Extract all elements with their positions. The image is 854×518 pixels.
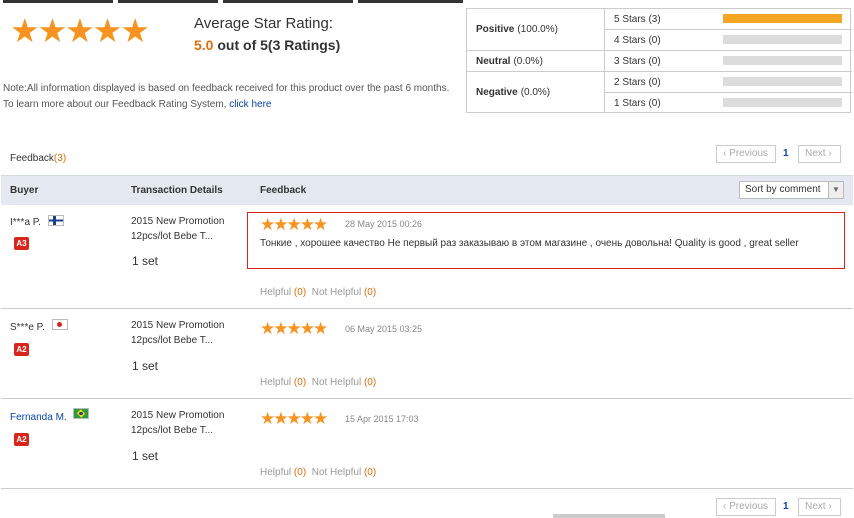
current-page-number[interactable]: 1 bbox=[783, 501, 789, 512]
top-tab-strip bbox=[223, 0, 353, 3]
finland-flag-icon bbox=[48, 215, 64, 226]
note-line-1: Note:All information displayed is based … bbox=[3, 83, 450, 94]
buyer-name: S***e P. bbox=[10, 322, 45, 333]
positive-cell: Positive (100.0%) bbox=[467, 9, 605, 51]
quantity: 1 set bbox=[132, 254, 159, 268]
average-rating-title: Average Star Rating: bbox=[194, 15, 333, 32]
star-breakdown-label: 4 Stars (0) bbox=[614, 35, 661, 46]
transaction-details: 2015 New Promotion 12pcs/lot Bebe T... bbox=[131, 216, 225, 244]
helpful-votes: Helpful (0) Not Helpful (0) bbox=[260, 287, 377, 298]
previous-page-button[interactable]: ‹ Previous bbox=[716, 498, 776, 516]
star-breakdown-row: 5 Stars (3) bbox=[605, 9, 852, 30]
helpful-link[interactable]: Helpful bbox=[260, 287, 291, 298]
brazil-flag-icon bbox=[73, 408, 89, 419]
star-breakdown-row: 3 Stars (0) bbox=[605, 51, 852, 72]
star-breakdown-row: 1 Stars (0) bbox=[605, 93, 852, 114]
negative-cell: Negative (0.0%) bbox=[467, 72, 605, 112]
star-breakdown-row: 2 Stars (0) bbox=[605, 72, 852, 93]
buyer-column-header: Buyer bbox=[10, 185, 39, 196]
feedback-count: Feedback(3) bbox=[10, 153, 67, 164]
buyer-level-badge: A2 bbox=[14, 343, 29, 356]
current-page-number[interactable]: 1 bbox=[783, 148, 789, 159]
star-breakdown-label: 2 Stars (0) bbox=[614, 77, 661, 88]
helpful-votes: Helpful (0) Not Helpful (0) bbox=[260, 467, 377, 478]
feedback-column-header: Feedback bbox=[260, 185, 307, 196]
average-rating-stars: ★★★★★ bbox=[10, 12, 150, 49]
top-tab-strip bbox=[3, 0, 113, 3]
transaction-column-header: Transaction Details bbox=[131, 185, 223, 196]
buyer-level-badge: A2 bbox=[14, 433, 29, 446]
neutral-cell: Neutral (0.0%) bbox=[467, 51, 605, 72]
not-helpful-link[interactable]: Not Helpful bbox=[312, 377, 361, 388]
star-breakdown-row: 4 Stars (0) bbox=[605, 30, 852, 51]
star-breakdown-label: 5 Stars (3) bbox=[614, 14, 661, 25]
feedback-stars: ★★★★★ bbox=[260, 409, 328, 428]
average-rating-score: 5.0 out of 5(3 Ratings) bbox=[194, 37, 340, 53]
star-breakdown-bar bbox=[723, 14, 842, 23]
not-helpful-link[interactable]: Not Helpful bbox=[312, 467, 361, 478]
row-divider bbox=[1, 308, 853, 309]
feedback-stars: ★★★★★ bbox=[260, 215, 328, 234]
star-breakdown-bar bbox=[723, 56, 842, 65]
star-breakdown-bar bbox=[723, 35, 842, 44]
star-breakdown-label: 1 Stars (0) bbox=[614, 98, 661, 109]
next-page-button[interactable]: Next › bbox=[798, 145, 841, 163]
helpful-link[interactable]: Helpful bbox=[260, 467, 291, 478]
next-page-button[interactable]: Next › bbox=[798, 498, 841, 516]
feedback-date: 15 Apr 2015 17:03 bbox=[345, 414, 419, 424]
product-link[interactable]: 12pcs/lot Bebe T... bbox=[131, 423, 224, 438]
row-divider bbox=[1, 398, 853, 399]
chevron-down-icon[interactable]: ▼ bbox=[828, 182, 843, 198]
star-breakdown-label: 3 Stars (0) bbox=[614, 56, 661, 67]
buyer-name-link[interactable]: Fernanda M. bbox=[10, 412, 67, 423]
helpful-votes: Helpful (0) Not Helpful (0) bbox=[260, 377, 377, 388]
star-breakdown-bar bbox=[723, 77, 842, 86]
product-link[interactable]: 12pcs/lot Bebe T... bbox=[131, 229, 224, 244]
feedback-table-header: Buyer Transaction Details Feedback Sort … bbox=[1, 175, 853, 205]
feedback-comment: Тонкие , хорошее качество Не первый раз … bbox=[260, 238, 799, 249]
quantity: 1 set bbox=[132, 449, 159, 463]
star-breakdown-bar bbox=[723, 98, 842, 107]
previous-page-button[interactable]: ‹ Previous bbox=[716, 145, 776, 163]
not-helpful-link[interactable]: Not Helpful bbox=[312, 287, 361, 298]
transaction-details: 2015 New Promotion 12pcs/lot Bebe T... bbox=[131, 410, 225, 438]
average-score-suffix: out of 5(3 Ratings) bbox=[213, 37, 341, 53]
average-score-value: 5.0 bbox=[194, 37, 214, 53]
horizontal-scrollbar[interactable] bbox=[553, 514, 665, 518]
helpful-link[interactable]: Helpful bbox=[260, 377, 291, 388]
star-breakdown-fill bbox=[723, 14, 842, 23]
feedback-stars: ★★★★★ bbox=[260, 319, 328, 338]
rating-breakdown-table: Positive (100.0%) Neutral (0.0%) Negative(… bbox=[466, 8, 852, 114]
buyer-name: I***a P. bbox=[10, 217, 41, 228]
rating-note: Note:All information displayed is based … bbox=[3, 81, 449, 113]
transaction-details: 2015 New Promotion 12pcs/lot Bebe T... bbox=[131, 320, 225, 348]
feedback-date: 06 May 2015 03:25 bbox=[345, 324, 423, 334]
note-line-2: To learn more about our Feedback Rating … bbox=[3, 99, 272, 110]
sort-select[interactable]: Sort by comment ▼ bbox=[739, 181, 844, 199]
buyer-level-badge: A3 bbox=[14, 237, 29, 250]
top-tab-strip bbox=[358, 0, 463, 3]
japan-flag-icon bbox=[52, 319, 68, 330]
top-tab-strip bbox=[118, 0, 218, 3]
product-link[interactable]: 12pcs/lot Bebe T... bbox=[131, 333, 224, 348]
feedback-date: 28 May 2015 00:26 bbox=[345, 219, 423, 229]
feedback-system-link[interactable]: click here bbox=[229, 99, 271, 110]
row-divider bbox=[1, 488, 853, 489]
quantity: 1 set bbox=[132, 359, 159, 373]
